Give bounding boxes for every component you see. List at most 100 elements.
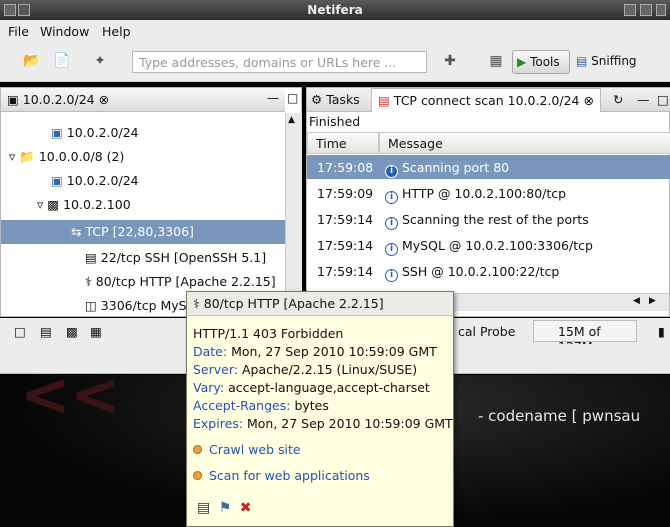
tree-item[interactable]: ▿ ▩ 10.0.2.100 [37,193,131,217]
perspective-icon[interactable]: ▦ [486,51,506,71]
field-value: Mon, 27 Sep 2010 10:59:09 GMT [242,416,453,431]
terminal-icon: ▤ [85,250,97,265]
layout-icon[interactable]: ▦ [90,324,102,339]
menu-window[interactable]: Window [40,24,89,39]
row-message: SSH @ 10.0.2.100:22/tcp [402,264,560,279]
tab-network[interactable]: ▣ 10.0.2.0/24 ⊗ [1,88,285,112]
vertical-scrollbar[interactable] [285,113,302,315]
tab-tcp-scan[interactable]: ▤ TCP connect scan 10.0.2.0/24 ⊗ [371,88,601,112]
scan-web-apps-action[interactable]: Scan for web applications [193,468,370,483]
row-message: Scanning port 80 [402,160,510,175]
menu-file[interactable]: File [8,24,29,39]
title-bar: Netifera [0,0,670,20]
sniffing-button[interactable]: ▤ Sniffing [576,54,637,68]
field-key: Vary: [193,380,225,395]
row-message: HTTP @ 10.0.2.100:80/tcp [402,186,567,201]
folder-icon: 📁 [19,149,35,164]
tree-item[interactable]: ▣ 10.0.2.0/24 [51,169,139,193]
add-icon[interactable]: ✦ [90,51,110,71]
expand-icon[interactable]: ▿ [9,149,15,164]
action-label: Crawl web site [209,442,301,457]
tree-item-label: 10.0.2.100 [63,197,131,212]
wallpaper-decoration: << [20,360,121,430]
column-header-message[interactable]: Message [379,132,670,154]
address-input[interactable]: Type addresses, domains or URLs here ... [132,51,427,73]
tree-item[interactable]: ◫ 3306/tcp MySQ [85,294,196,318]
minimize-panel-icon[interactable]: — [637,92,650,107]
tools-button[interactable]: ▶ Tools [512,50,570,74]
delete-icon[interactable]: ✖ [240,500,252,516]
info-icon: i [385,217,398,230]
new-file-icon[interactable]: 📄 [52,51,72,71]
new-probe-icon[interactable]: □ [14,324,26,339]
field-value: Apache/2.2.15 (Linux/SUSE) [237,362,418,377]
tree-item-label: 10.0.0.0/8 (2) [38,149,125,164]
memory-indicator[interactable]: 15M of 127M [533,320,637,354]
row-time: 17:59:09 [317,186,374,201]
header-field: Date: Mon, 27 Sep 2010 10:59:09 GMT [193,344,437,359]
tag-icon[interactable]: ⚑ [219,500,232,516]
toolbar: 📂 📄 ✦ Type addresses, domains or URLs he… [0,42,670,82]
wallpaper-text: - codename [ pwnsau [478,407,641,425]
field-value: accept-language,accept-charset [224,380,430,395]
trash-icon[interactable]: ▮ [658,324,665,339]
field-key: Server: [193,362,238,377]
scroll-right-icon[interactable]: ▶ [649,296,656,306]
http-status-line: HTTP/1.1 403 Forbidden [193,326,344,341]
tree-item[interactable]: ▿ 📁 10.0.0.0/8 (2) [9,145,124,169]
close-tab-icon[interactable]: ⊗ [583,93,593,108]
tree-item-label: 10.0.2.0/24 [66,173,139,188]
tab-tasks[interactable]: ⚙ Tasks [311,92,360,107]
console-icon[interactable]: ▤ [40,324,52,339]
tab-tcp-scan-label: TCP connect scan 10.0.2.0/24 [393,93,580,108]
header-field: Expires: Mon, 27 Sep 2010 10:59:09 GMT [193,416,453,431]
tree-item-selected[interactable]: ⇆ TCP [22,80,3306] [1,220,285,244]
tree-item[interactable]: ▤ 22/tcp SSH [OpenSSH 5.1] [85,246,266,270]
table-row[interactable]: 17:59:09 i HTTP @ 10.0.2.100:80/tcp [307,181,670,205]
menu-bar: File Window Help [0,20,670,42]
close-icon[interactable] [656,4,666,16]
row-time: 17:59:14 [317,238,374,253]
terminal-icon[interactable]: ▤ [197,500,210,516]
tree-item-label: 10.0.2.0/24 [66,125,139,140]
right-panel: ⚙ Tasks ▤ TCP connect scan 10.0.2.0/24 ⊗… [306,87,670,317]
info-icon: i [385,243,398,256]
task-status: Finished [309,114,361,129]
expand-icon[interactable]: ▿ [37,197,43,212]
maximize-panel-icon[interactable]: □ [287,91,298,105]
service-tooltip: ⚕ 80/tcp HTTP [Apache 2.2.15] HTTP/1.1 4… [186,291,454,527]
open-folder-icon[interactable]: 📂 [22,51,42,71]
table-row[interactable]: 17:59:08 i Scanning port 80 [307,155,670,179]
scroll-up-icon[interactable]: ▲ [288,115,295,125]
table-row[interactable]: 17:59:14 i Scanning the rest of the ports [307,207,670,231]
tools-label: Tools [530,55,560,69]
field-key: Date: [193,344,228,359]
network-view-icon[interactable]: ▩ [66,324,78,339]
crawl-web-site-action[interactable]: Crawl web site [193,442,301,457]
tree-item[interactable]: ▣ 10.0.2.0/24 [51,121,139,145]
bullet-icon [193,471,202,480]
database-icon: ◫ [85,298,97,313]
ports-icon: ⇆ [71,224,82,239]
http-icon: ⚕ [193,296,200,311]
close-tab-icon[interactable]: ⊗ [99,92,109,107]
field-value: Mon, 27 Sep 2010 10:59:09 GMT [227,344,437,359]
tab-bar: ⚙ Tasks ▤ TCP connect scan 10.0.2.0/24 ⊗… [307,88,670,112]
maximize-panel-icon[interactable]: □ [657,92,669,107]
go-icon[interactable]: ✚ [440,51,460,71]
column-header-time[interactable]: Time [307,132,379,154]
tasks-icon: ⚙ [311,92,323,107]
sniffing-label: Sniffing [591,54,637,68]
scroll-left-icon[interactable]: ◀ [633,296,640,306]
maximize-icon[interactable] [640,4,652,16]
minimize-panel-icon[interactable]: — [267,91,279,105]
table-row[interactable]: 17:59:14 i SSH @ 10.0.2.100:22/tcp [307,259,670,283]
tree-item-label: 80/tcp HTTP [Apache 2.2.15] [95,274,276,289]
network-icon: ▣ [51,173,63,188]
probe-status[interactable]: cal Probe [458,324,515,339]
tab-network-label: 10.0.2.0/24 [22,92,95,107]
menu-help[interactable]: Help [102,24,131,39]
table-row[interactable]: 17:59:14 i MySQL @ 10.0.2.100:3306/tcp [307,233,670,257]
sync-icon[interactable]: ↻ [613,92,623,107]
minimize-icon[interactable] [624,4,636,16]
